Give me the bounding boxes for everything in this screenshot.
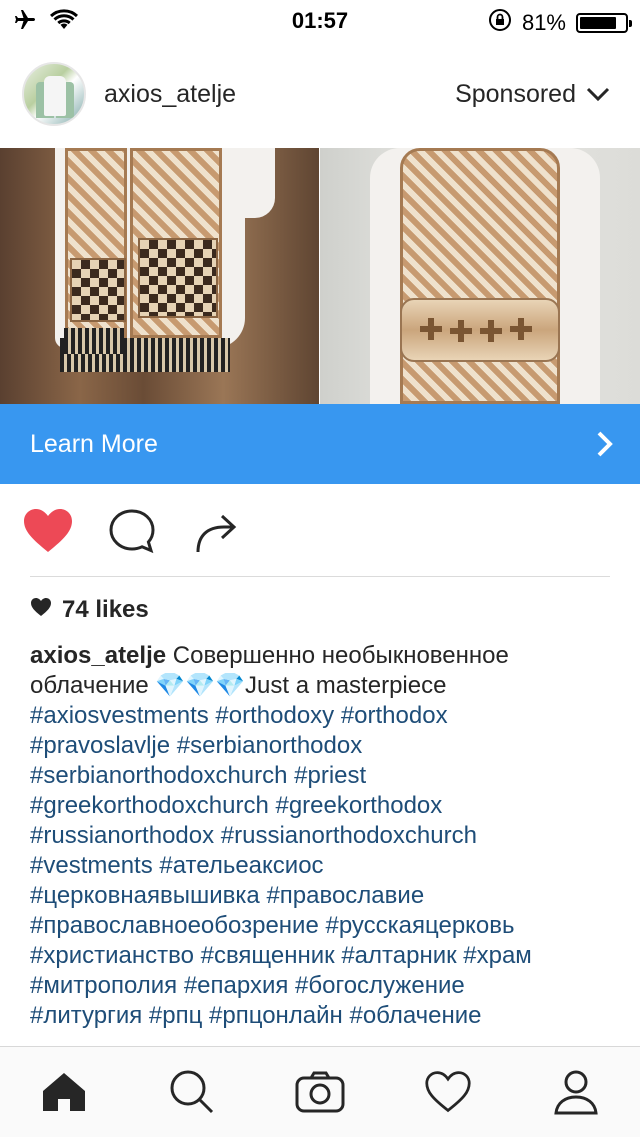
home-icon[interactable] <box>39 1067 89 1117</box>
hashtag-line[interactable]: #церковнаявышивка #православие <box>30 881 620 911</box>
likes-count[interactable]: 74 likes <box>30 596 149 624</box>
likes-label: 74 likes <box>62 596 149 624</box>
small-heart-icon <box>30 596 52 624</box>
post-photo-right <box>320 148 640 404</box>
battery-percent: 81% <box>522 10 566 36</box>
bottom-nav <box>0 1046 640 1137</box>
battery-icon <box>576 13 628 33</box>
battery-fill <box>580 17 616 29</box>
hashtag-line[interactable]: #serbianorthodoxchurch #priest <box>30 761 620 791</box>
divider <box>30 576 610 577</box>
post-username[interactable]: axios_atelje <box>104 80 236 109</box>
heart-filled-icon[interactable] <box>22 508 74 559</box>
status-right: 81% <box>488 8 628 38</box>
sponsored-label: Sponsored <box>455 80 576 109</box>
activity-heart-icon[interactable] <box>423 1067 473 1117</box>
profile-icon[interactable] <box>551 1067 601 1117</box>
hashtag-line[interactable]: #православноеобозрение #русскаяцерковь <box>30 911 620 941</box>
hashtag-line[interactable]: #russianorthodox #russianorthodoxchurch <box>30 821 620 851</box>
hashtag-line[interactable]: #greekorthodoxchurch #greekorthodox <box>30 791 620 821</box>
hashtag-line[interactable]: #христианство #священник #алтарник #храм <box>30 941 620 971</box>
hashtag-line[interactable]: #литургия #рпц #рпцонлайн #облачение <box>30 1001 620 1031</box>
hashtag-line[interactable]: #axiosvestments #orthodoxy #orthodox <box>30 701 620 731</box>
hashtag-line[interactable]: #pravoslavlje #serbianorthodox <box>30 731 620 761</box>
sponsored-menu[interactable]: Sponsored <box>455 80 610 109</box>
post-actions <box>0 484 640 576</box>
learn-more-button[interactable]: Learn More <box>0 404 640 484</box>
post-photo-left <box>0 148 319 404</box>
post-caption: axios_atelje Совершенно необыкновенное о… <box>30 641 620 1031</box>
post-header: axios_atelje Sponsored <box>0 40 640 148</box>
chevron-right-icon <box>596 430 614 463</box>
search-icon[interactable] <box>167 1067 217 1117</box>
orientation-lock-icon <box>488 8 512 38</box>
hashtag-line[interactable]: #митрополия #епархия #богослужение <box>30 971 620 1001</box>
hashtag-line[interactable]: #vestments #ательеаксиос <box>30 851 620 881</box>
caption-username[interactable]: axios_atelje <box>30 642 166 669</box>
hashtag-list: #axiosvestments #orthodoxy #orthodox#pra… <box>30 701 620 1031</box>
avatar[interactable] <box>22 62 86 126</box>
share-icon[interactable] <box>194 508 240 559</box>
post-media[interactable] <box>0 148 640 404</box>
chevron-down-icon <box>586 80 610 109</box>
camera-icon[interactable] <box>295 1067 345 1117</box>
status-bar: 01:57 81% <box>0 0 640 40</box>
learn-more-label: Learn More <box>30 430 158 459</box>
comment-icon[interactable] <box>108 508 156 559</box>
